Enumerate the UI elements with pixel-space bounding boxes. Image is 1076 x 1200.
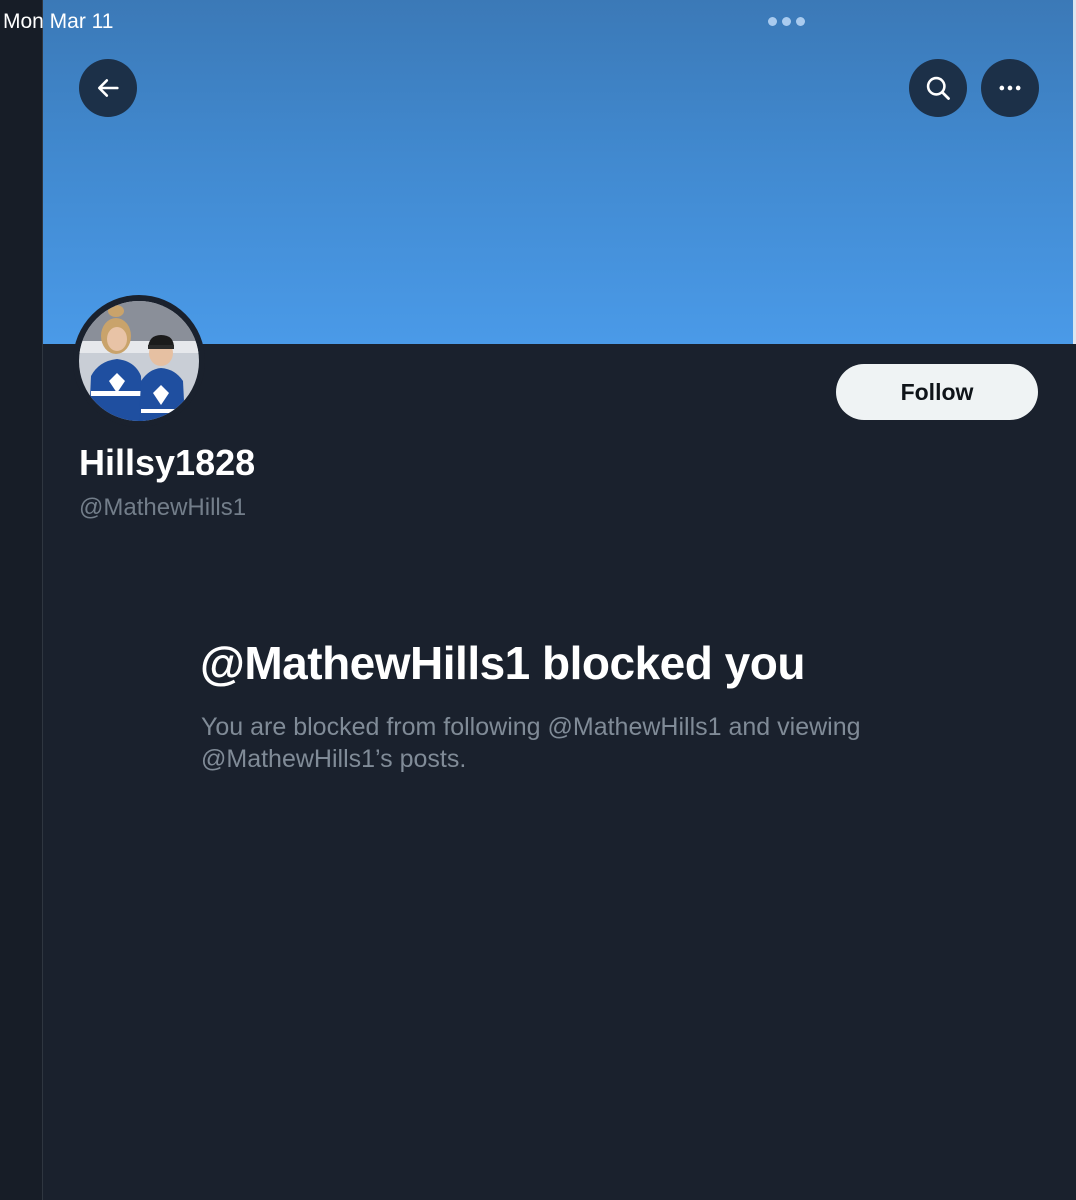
- status-bar-date: Mon Mar 11: [3, 10, 114, 33]
- avatar: [79, 301, 199, 421]
- sidebar-strip: [0, 0, 42, 1200]
- more-horizontal-icon: [999, 85, 1021, 91]
- display-name: Hillsy1828: [79, 442, 256, 483]
- back-button[interactable]: [79, 59, 137, 117]
- follow-button[interactable]: Follow: [836, 364, 1038, 420]
- arrow-left-icon: [97, 79, 119, 97]
- profile-banner[interactable]: [43, 0, 1076, 344]
- more-options-button[interactable]: [981, 59, 1039, 117]
- blocked-title: @MathewHills1 blocked you: [200, 637, 805, 689]
- search-button[interactable]: [909, 59, 967, 117]
- profile-screen: Mon Mar 11 Follow Hillsy1828 @MathewHill…: [0, 0, 1076, 1200]
- multitasking-dots-icon[interactable]: [768, 17, 805, 26]
- avatar-container[interactable]: [73, 295, 205, 427]
- blocked-message: You are blocked from following @MathewHi…: [201, 713, 861, 773]
- user-handle: @MathewHills1: [79, 494, 247, 521]
- search-icon: [926, 76, 950, 100]
- avatar-photo: [79, 301, 199, 421]
